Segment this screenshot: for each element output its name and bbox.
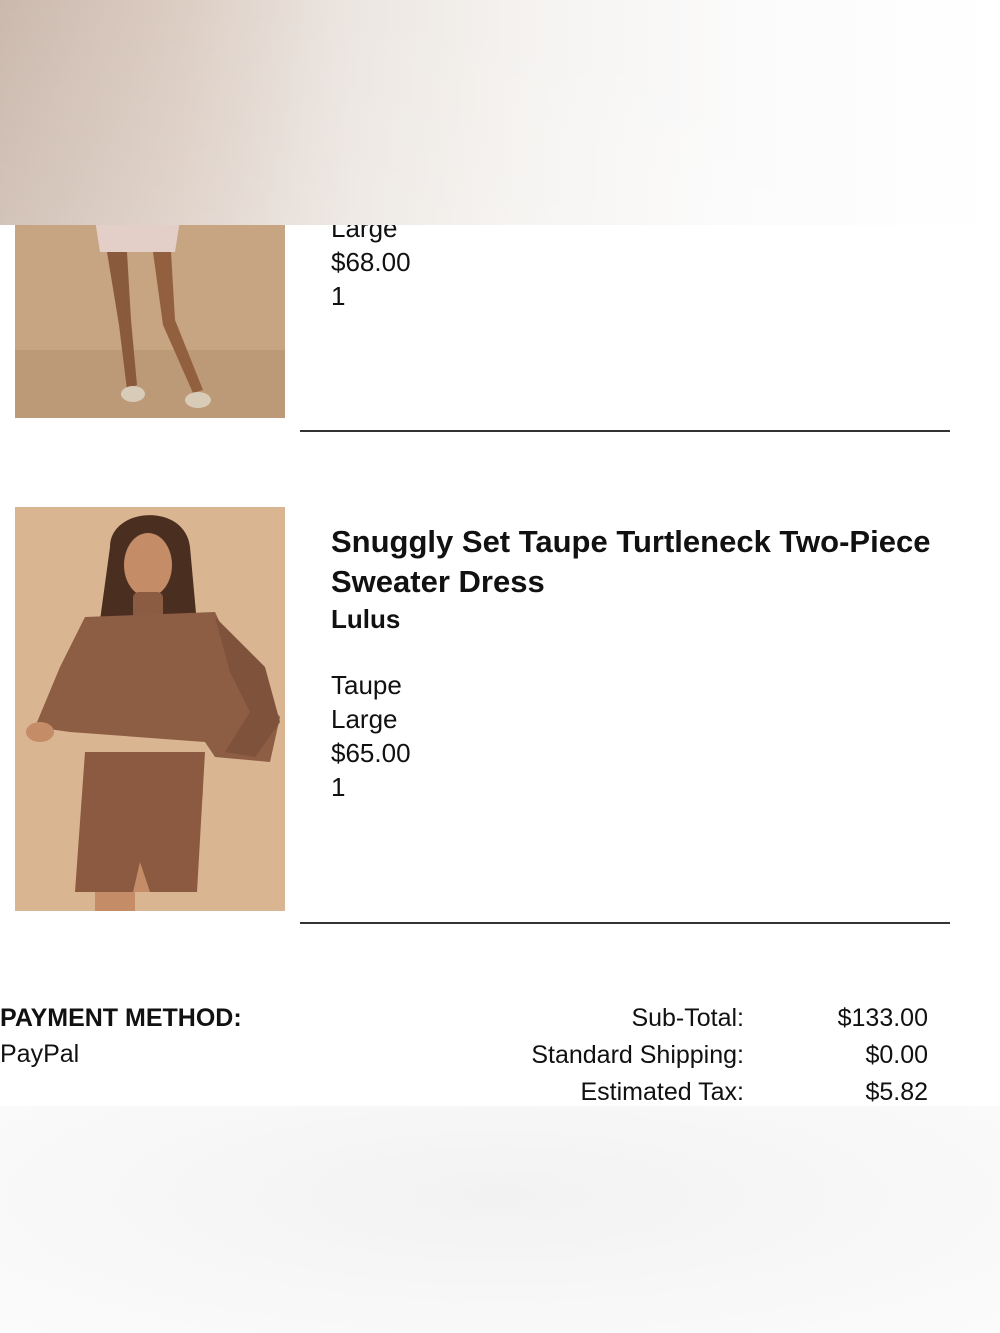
product-quantity: 1 — [331, 281, 346, 311]
shipping-row: Standard Shipping: $0.00 — [468, 1037, 928, 1074]
item-divider — [300, 430, 950, 432]
subtotal-row: Sub-Total: $133.00 — [468, 1000, 928, 1037]
payment-method-label: PAYMENT METHOD: — [0, 1004, 242, 1032]
shipping-value: $0.00 — [865, 1041, 928, 1069]
product-title[interactable]: Snuggly Set Taupe Turtleneck Two-Piece S… — [331, 522, 951, 602]
subtotal-value: $133.00 — [837, 1004, 928, 1032]
subtotal-label: Sub-Total: — [631, 1004, 744, 1032]
blurred-header-overlay — [0, 0, 1000, 225]
product-image-2[interactable] — [15, 507, 285, 911]
item-divider — [300, 922, 950, 924]
blurred-footer-overlay — [0, 1106, 1000, 1333]
order-totals: Sub-Total: $133.00 Standard Shipping: $0… — [468, 1000, 928, 1111]
product-details-1: Large $68.00 1 — [331, 211, 951, 313]
product-brand: Lulus — [331, 604, 401, 634]
product-price: $65.00 — [331, 738, 411, 768]
product-size: Large — [331, 704, 398, 734]
payment-method-value: PayPal — [0, 1040, 80, 1068]
shipping-label: Standard Shipping: — [531, 1041, 744, 1069]
product-quantity: 1 — [331, 772, 346, 802]
product-price: $68.00 — [331, 247, 411, 277]
payment-method-section: PAYMENT METHOD: PayPal — [0, 1000, 242, 1072]
product-color: Taupe — [331, 670, 402, 700]
product-image-1[interactable] — [15, 200, 285, 418]
product-details-2: Snuggly Set Taupe Turtleneck Two-Piece S… — [331, 522, 951, 804]
